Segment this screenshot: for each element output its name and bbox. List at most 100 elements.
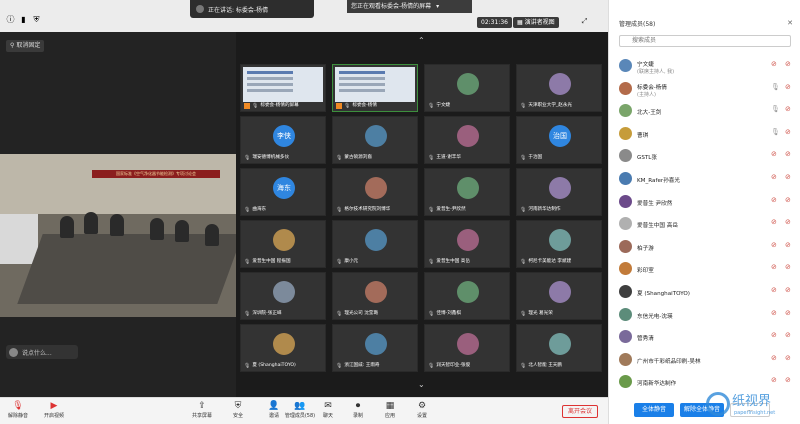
camera-off-icon[interactable]: ⊘	[785, 150, 791, 158]
participant-row[interactable]: 爱普生 尹欣然 ⊘ ⊘	[609, 192, 800, 210]
gallery-grid: ⌃ 🎙 标委会-杨倩的屏幕 🎙 标委会-杨倩 🎙 宁文婕 🎙 天津职业大学_赵永光李侠 🎙 瑞安德…	[236, 32, 608, 397]
camera-off-icon[interactable]: ⊘	[785, 331, 791, 339]
mic-off-icon[interactable]: ⊘	[771, 263, 777, 271]
mic-off-icon[interactable]: ⊘	[771, 286, 777, 294]
toolbar-button[interactable]: ⛨ 安全	[220, 401, 256, 423]
participant-tile[interactable]: 🎙 天津职业大学_赵永光	[516, 64, 602, 112]
mic-off-icon[interactable]: ⊘	[771, 241, 777, 249]
camera-off-icon[interactable]: ⊘	[785, 309, 791, 317]
mic-off-icon[interactable]: ⊘	[771, 354, 777, 362]
mic-off-icon[interactable]: ⊘	[771, 196, 777, 204]
participant-row[interactable]: 广州市千彩纸品印刷-吴林 ⊘ ⊘	[609, 350, 800, 368]
scroll-up-icon[interactable]: ⌃	[418, 36, 425, 45]
participant-row[interactable]: 管秀清 ⊘ ⊘	[609, 327, 800, 345]
signal-icon[interactable]: ▮	[19, 15, 28, 24]
close-icon[interactable]: ✕	[787, 19, 793, 27]
participant-row[interactable]: 爱普生中国 高岳 ⊘ ⊘	[609, 214, 800, 232]
mic-off-icon[interactable]: ⊘	[771, 309, 777, 317]
camera-off-icon[interactable]: ⊘	[785, 241, 791, 249]
participant-row[interactable]: GSTL张 ⊘ ⊘	[609, 146, 800, 164]
tile-name: 🎙 蒙古硕源刘裔	[336, 154, 372, 162]
participant-row[interactable]: 夏 (ShanghaiTOYO) ⊘ ⊘	[609, 282, 800, 300]
camera-off-icon[interactable]: ⊘	[785, 196, 791, 204]
participant-row[interactable]: 标委会-杨倩 (主持人) 🎙 ⊘	[609, 79, 800, 98]
tile-name-label: 北人智能 王天鹏	[528, 363, 562, 368]
mic-icon: 🎙	[428, 311, 435, 317]
participant-tile[interactable]: 🎙 理光公司 沈莹璐	[332, 272, 418, 320]
mic-off-icon[interactable]: ⊘	[771, 331, 777, 339]
participant-tile[interactable]: 🎙 爱普生中国 程振国	[240, 220, 326, 268]
mic-icon[interactable]: 🎙	[771, 105, 780, 113]
fullscreen-icon[interactable]: ⤢	[580, 17, 589, 26]
camera-off-icon[interactable]: ⊘	[785, 128, 791, 136]
mic-off-icon[interactable]: ⊘	[771, 60, 777, 68]
search-input[interactable]	[619, 35, 791, 47]
camera-off-icon[interactable]: ⊘	[785, 354, 791, 362]
participant-tile[interactable]: 🎙 王道-谢丰华	[424, 116, 510, 164]
mic-off-icon[interactable]: ⊘	[771, 150, 777, 158]
toolbar-button-label: 录制	[352, 413, 363, 419]
leave-meeting-button[interactable]: 离开会议	[562, 405, 598, 418]
toolbar-button[interactable]: ⏺ 录制	[340, 401, 376, 423]
participant-row[interactable]: 东信光电-沈瑛 ⊘ ⊘	[609, 305, 800, 323]
toolbar-button[interactable]: ⚙ 设置	[404, 401, 440, 423]
participant-tile[interactable]: 🎙 爱普生中国 高岳	[424, 220, 510, 268]
participant-tile[interactable]: 🎙 理光 葛光荣	[516, 272, 602, 320]
participant-tile[interactable]: 🎙 康小元	[332, 220, 418, 268]
camera-off-icon[interactable]: ⊘	[785, 263, 791, 271]
participant-tile[interactable]: 🎙 柯尼卡美能达 李斌建	[516, 220, 602, 268]
camera-off-icon[interactable]: ⊘	[785, 286, 791, 294]
participant-tile[interactable]: 治国 🎙 于治国	[516, 116, 602, 164]
view-mode-button[interactable]: ▦ 演讲者视图	[513, 17, 559, 28]
participant-tile[interactable]: 🎙 河南新华达制作	[516, 168, 602, 216]
participant-tile[interactable]: 🎙 标委会-杨倩	[332, 64, 418, 112]
toolbar-button[interactable]: ▦ 应用	[372, 401, 408, 423]
participant-row[interactable]: 北大-王剑 🎙 ⊘	[609, 101, 800, 119]
record-icon: ⏺	[355, 401, 361, 411]
participant-tile[interactable]: 🎙 夏 (ShanghaiTOYO)	[240, 324, 326, 372]
participant-row[interactable]: 柏子游 ⊘ ⊘	[609, 237, 800, 255]
participant-name: 柏子游	[637, 245, 654, 252]
participant-row[interactable]: KM_Rafer孙喜光 ⊘ ⊘	[609, 169, 800, 187]
mic-icon[interactable]: 🎙	[771, 128, 780, 136]
participant-tile[interactable]: 🎙 宁文婕	[424, 64, 510, 112]
avatar	[619, 81, 632, 95]
participant-tile[interactable]: 海东 🎙 曲海东	[240, 168, 326, 216]
camera-off-icon[interactable]: ⊘	[785, 60, 791, 68]
participant-row[interactable]: 宁文婕 (联席主持人, 我) ⊘ ⊘	[609, 56, 800, 75]
camera-off-icon[interactable]: ⊘	[785, 105, 791, 113]
toolbar-button[interactable]: ▶ 开启视频	[36, 401, 72, 423]
avatar	[457, 333, 479, 355]
chat-hint[interactable]: 说点什么...	[6, 345, 78, 359]
participant-tile[interactable]: 🎙 润天智印业-张俊	[424, 324, 510, 372]
unpin-button[interactable]: ⚲ 取消固定	[6, 40, 45, 52]
shield-status-icon[interactable]: ⛨	[32, 15, 41, 24]
camera-off-icon[interactable]: ⊘	[785, 83, 791, 91]
participant-tile[interactable]: 🎙 标委会-杨倩的屏幕	[240, 64, 326, 112]
participant-row[interactable]: 彩印室 ⊘ ⊘	[609, 259, 800, 277]
participant-tile[interactable]: 🎙 格尔技术研究院刘博华	[332, 168, 418, 216]
participant-tile[interactable]: 🎙 爱普生-尹欣然	[424, 168, 510, 216]
tile-name: 🎙 爱普生中国 高岳	[428, 258, 470, 266]
camera-off-icon[interactable]: ⊘	[785, 173, 791, 181]
scroll-down-icon[interactable]: ⌄	[418, 380, 425, 389]
mic-off-icon[interactable]: ⊘	[771, 218, 777, 226]
tile-name: 🎙 于治国	[520, 154, 542, 162]
mic-off-icon[interactable]: ⊘	[771, 173, 777, 181]
mic-icon[interactable]: 🎙	[771, 83, 780, 91]
camera-off-icon[interactable]: ⊘	[785, 218, 791, 226]
mute-all-button[interactable]: 全体静音	[634, 403, 674, 417]
info-icon[interactable]: ⓘ	[6, 15, 15, 24]
participant-tile[interactable]: 李侠 🎙 瑞安德博机械多伙	[240, 116, 326, 164]
conference-room-video: 国家标准《空气净化器节能检测》专项讨论会	[0, 154, 236, 317]
participant-tile[interactable]: 🎙 佳博-刘鑫棋	[424, 272, 510, 320]
participant-tile[interactable]: 🎙 浙江国威: 王雨奇	[332, 324, 418, 372]
participant-name: 爱普生 尹欣然	[637, 200, 673, 207]
toolbar-button[interactable]: ⇪ 共享屏幕	[184, 401, 220, 423]
viewing-banner[interactable]: 您正在观看标委会-杨倩的屏幕 ▾	[347, 0, 472, 13]
toolbar-button[interactable]: 🎙 解除静音	[0, 401, 36, 423]
participant-row[interactable]: 曹琪 🎙 ⊘	[609, 124, 800, 142]
participant-tile[interactable]: 🎙 蒙古硕源刘裔	[332, 116, 418, 164]
participant-tile[interactable]: 🎙 北人智能 王天鹏	[516, 324, 602, 372]
participant-tile[interactable]: 🎙 深圳院-张正崃	[240, 272, 326, 320]
